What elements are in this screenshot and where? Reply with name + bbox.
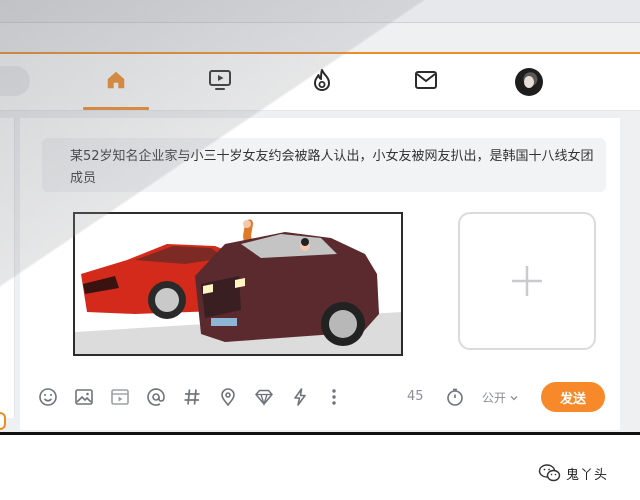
browser-viewport: 某52岁知名企业家与小三十岁女友约会被路人认出，小女友被网友扒出，是韩国十八线女… (0, 0, 640, 432)
lightning-icon (294, 388, 306, 406)
search-box[interactable] (0, 66, 30, 96)
video-button[interactable] (108, 385, 132, 409)
more-button[interactable] (322, 385, 346, 409)
diamond-icon (255, 389, 273, 407)
bottom-divider (0, 432, 640, 435)
more-icon (332, 389, 336, 405)
top-navbar (0, 54, 640, 111)
lightning-button[interactable] (288, 385, 312, 409)
composer-toolbar: 45 公开 发送 (20, 380, 620, 414)
nav-video[interactable] (202, 64, 238, 96)
nav-hot[interactable] (304, 64, 340, 96)
plus-icon (512, 266, 542, 296)
char-count: 45 (407, 389, 424, 404)
chevron-down-icon (510, 395, 518, 400)
emoji-icon (39, 388, 57, 406)
nav-home[interactable] (98, 64, 134, 96)
video-icon (111, 389, 129, 405)
image-button[interactable] (72, 385, 96, 409)
mention-button[interactable] (144, 385, 168, 409)
at-icon (147, 388, 165, 406)
hashtag-icon (184, 389, 200, 405)
watermark: 鬼丫头 (538, 463, 608, 483)
comic-car-illustration (75, 214, 401, 354)
post-text-area[interactable]: 某52岁知名企业家与小三十岁女友约会被路人认出，小女友被网友扒出，是韩国十八线女… (42, 138, 606, 192)
nav-active-indicator (83, 107, 149, 110)
video-play-icon (209, 70, 231, 90)
flame-icon (314, 69, 330, 91)
post-composer: 某52岁知名企业家与小三十岁女友约会被路人认出，小女友被网友扒出，是韩国十八线女… (20, 118, 620, 430)
browser-top-bar (0, 0, 640, 23)
wechat-icon (538, 464, 561, 482)
avatar[interactable] (515, 68, 543, 96)
orange-scroll-marker (0, 412, 6, 430)
location-icon (221, 388, 235, 407)
add-image-button[interactable] (458, 212, 596, 350)
left-sidebar-edge (0, 118, 15, 418)
visibility-dropdown[interactable]: 公开 (482, 389, 519, 406)
watermark-text: 鬼丫头 (566, 467, 609, 483)
schedule-button[interactable] (443, 385, 467, 409)
attached-image[interactable] (73, 212, 403, 356)
nav-messages[interactable] (408, 64, 444, 96)
timer-icon (447, 388, 463, 406)
emoji-button[interactable] (36, 385, 60, 409)
image-icon (75, 389, 93, 405)
diamond-button[interactable] (252, 385, 276, 409)
send-button[interactable]: 发送 (541, 382, 605, 412)
mail-icon (415, 71, 437, 89)
post-text: 某52岁知名企业家与小三十岁女友约会被路人认出，小女友被网友扒出，是韩国十八线女… (70, 149, 594, 186)
visibility-label: 公开 (482, 391, 507, 405)
location-button[interactable] (216, 385, 240, 409)
home-icon (107, 71, 125, 89)
hashtag-button[interactable] (180, 385, 204, 409)
